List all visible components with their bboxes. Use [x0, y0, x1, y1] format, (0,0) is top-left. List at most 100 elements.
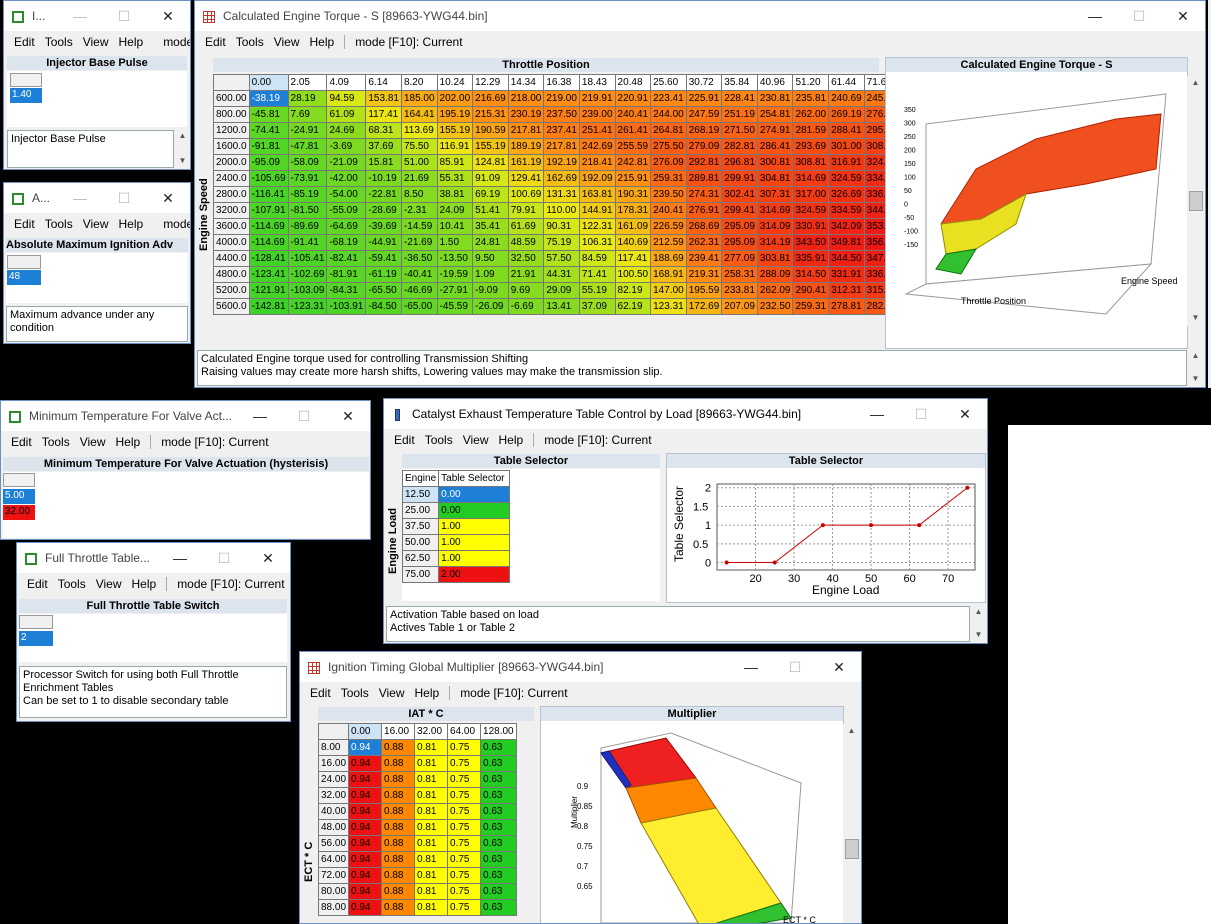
table-cell[interactable]: 0.94 [348, 787, 383, 804]
maximize-icon[interactable]: ☐ [1117, 1, 1161, 31]
scroll-down-icon[interactable]: ▼ [1187, 374, 1204, 383]
table-cell[interactable]: 51.00 [400, 154, 438, 171]
table-cell[interactable]: 228.41 [721, 90, 758, 107]
table-cell[interactable]: 0.63 [480, 787, 517, 804]
table-cell[interactable]: 24.09 [436, 202, 474, 219]
table-scrollbar[interactable]: ▲ [843, 724, 860, 923]
table-cell[interactable]: -114.69 [248, 234, 289, 251]
row-header[interactable]: 3200.0 [213, 202, 250, 219]
menu-help[interactable]: Help [119, 217, 144, 231]
table-cell[interactable]: 0.75 [447, 771, 482, 788]
table-cell[interactable]: 28.19 [287, 90, 328, 107]
column-header[interactable]: 14.34 [507, 74, 545, 91]
value-cell[interactable]: 2 [19, 631, 53, 646]
row-header[interactable]: 32.00 [317, 787, 350, 804]
table-cell[interactable]: 230.19 [507, 106, 545, 123]
table-scrollbar[interactable]: ▲ ▼ [1187, 76, 1204, 326]
menu-help[interactable]: Help [415, 686, 440, 700]
table-cell[interactable]: 244.00 [650, 106, 687, 123]
table-cell[interactable]: 68.31 [365, 122, 402, 139]
table-cell[interactable]: 90.31 [543, 218, 580, 235]
table-cell[interactable]: 0.94 [348, 771, 383, 788]
row-header[interactable]: 800.00 [213, 106, 250, 123]
table-cell[interactable]: 0.63 [480, 771, 517, 788]
table-cell[interactable]: 190.31 [614, 186, 652, 203]
mode-label[interactable]: mode [F10]: Current [161, 435, 268, 449]
menu-tools[interactable]: Tools [236, 35, 264, 49]
table-cell[interactable]: 35.41 [472, 218, 509, 235]
table-cell[interactable]: 303.81 [756, 250, 794, 267]
table-cell[interactable]: -95.09 [248, 154, 289, 171]
column-header[interactable]: 8.20 [400, 74, 438, 91]
row-header[interactable]: 2400.0 [213, 170, 250, 187]
table-cell[interactable]: 0.94 [348, 867, 383, 884]
column-header[interactable]: 6.14 [365, 74, 402, 91]
table-cell[interactable]: 55.31 [436, 170, 474, 187]
table-cell[interactable]: -121.91 [248, 282, 289, 299]
table-cell[interactable]: 162.69 [543, 170, 580, 187]
table-cell[interactable]: -21.09 [326, 154, 367, 171]
table-cell[interactable]: 9.69 [507, 282, 545, 299]
mode-label[interactable]: mode [F10]: Current [460, 686, 567, 700]
table-cell[interactable]: 123.31 [650, 298, 687, 315]
menu-view[interactable]: View [83, 217, 109, 231]
data-point[interactable] [772, 560, 777, 565]
table-cell[interactable]: -6.69 [507, 298, 545, 315]
table-cell[interactable]: 215.91 [614, 170, 652, 187]
column-header[interactable]: 64.00 [447, 723, 482, 740]
table-cell[interactable]: -45.59 [436, 298, 474, 315]
table-cell[interactable]: 0.94 [348, 755, 383, 772]
title-bar[interactable]: Full Throttle Table... — ☐ ✕ [17, 543, 290, 573]
table-cell[interactable]: 271.50 [721, 122, 758, 139]
table-cell[interactable]: 255.59 [614, 138, 652, 155]
table-cell[interactable]: 7.69 [287, 106, 328, 123]
table-cell[interactable]: -89.69 [287, 218, 328, 235]
minimize-icon[interactable]: — [158, 543, 202, 573]
table-cell[interactable]: 69.19 [472, 186, 509, 203]
table-cell[interactable]: 0.94 [348, 739, 383, 756]
table-cell[interactable]: -54.00 [326, 186, 367, 203]
table-cell[interactable]: 0.63 [480, 819, 517, 836]
table-cell[interactable]: 0.00 [438, 502, 511, 519]
table-cell[interactable]: 100.50 [614, 266, 652, 283]
maximize-icon[interactable]: ☐ [282, 401, 326, 431]
row-header[interactable]: 4800.0 [213, 266, 250, 283]
table-cell[interactable]: -85.19 [287, 186, 328, 203]
menu-view[interactable]: View [379, 686, 405, 700]
table-cell[interactable]: 147.00 [650, 282, 687, 299]
table-cell[interactable]: 0.75 [447, 819, 482, 836]
table-cell[interactable]: 307.31 [756, 186, 794, 203]
row-header[interactable]: 600.00 [213, 90, 250, 107]
table-cell[interactable]: 0.88 [381, 835, 416, 852]
table-cell[interactable]: 0.81 [414, 867, 449, 884]
table-cell[interactable]: 0.63 [480, 899, 517, 916]
column-header[interactable]: 2.05 [287, 74, 328, 91]
table-cell[interactable]: 217.81 [543, 138, 580, 155]
menu-view[interactable]: View [80, 435, 106, 449]
column-header[interactable]: 30.72 [685, 74, 723, 91]
table-cell[interactable]: 62.19 [614, 298, 652, 315]
table-cell[interactable]: 251.41 [578, 122, 616, 139]
table-cell[interactable]: 217.81 [507, 122, 545, 139]
table-cell[interactable]: 8.50 [400, 186, 438, 203]
table-cell[interactable]: 140.69 [614, 234, 652, 251]
mode-label[interactable]: mode [F10]: Current [355, 35, 462, 49]
table-cell[interactable]: 0.94 [348, 883, 383, 900]
table-cell[interactable]: 188.69 [650, 250, 687, 267]
table-cell[interactable]: 240.41 [650, 202, 687, 219]
table-cell[interactable]: 247.59 [685, 106, 723, 123]
table-cell[interactable]: 239.41 [685, 250, 723, 267]
table-cell[interactable]: 0.75 [447, 899, 482, 916]
row-header[interactable]: 88.00 [317, 899, 350, 916]
title-bar[interactable]: A... — ☐ ✕ [4, 183, 190, 213]
table-cell[interactable]: 144.91 [578, 202, 616, 219]
row-header[interactable]: 2800.0 [213, 186, 250, 203]
maximize-icon[interactable]: ☐ [773, 652, 817, 682]
table-cell[interactable]: 312.31 [828, 282, 865, 299]
table-cell[interactable]: 262.09 [756, 282, 794, 299]
table-cell[interactable]: 268.19 [685, 122, 723, 139]
row-header[interactable]: 75.00 [401, 566, 440, 583]
table-cell[interactable]: 237.50 [543, 106, 580, 123]
table-cell[interactable]: -103.09 [287, 282, 328, 299]
minimize-icon[interactable]: — [58, 1, 102, 31]
